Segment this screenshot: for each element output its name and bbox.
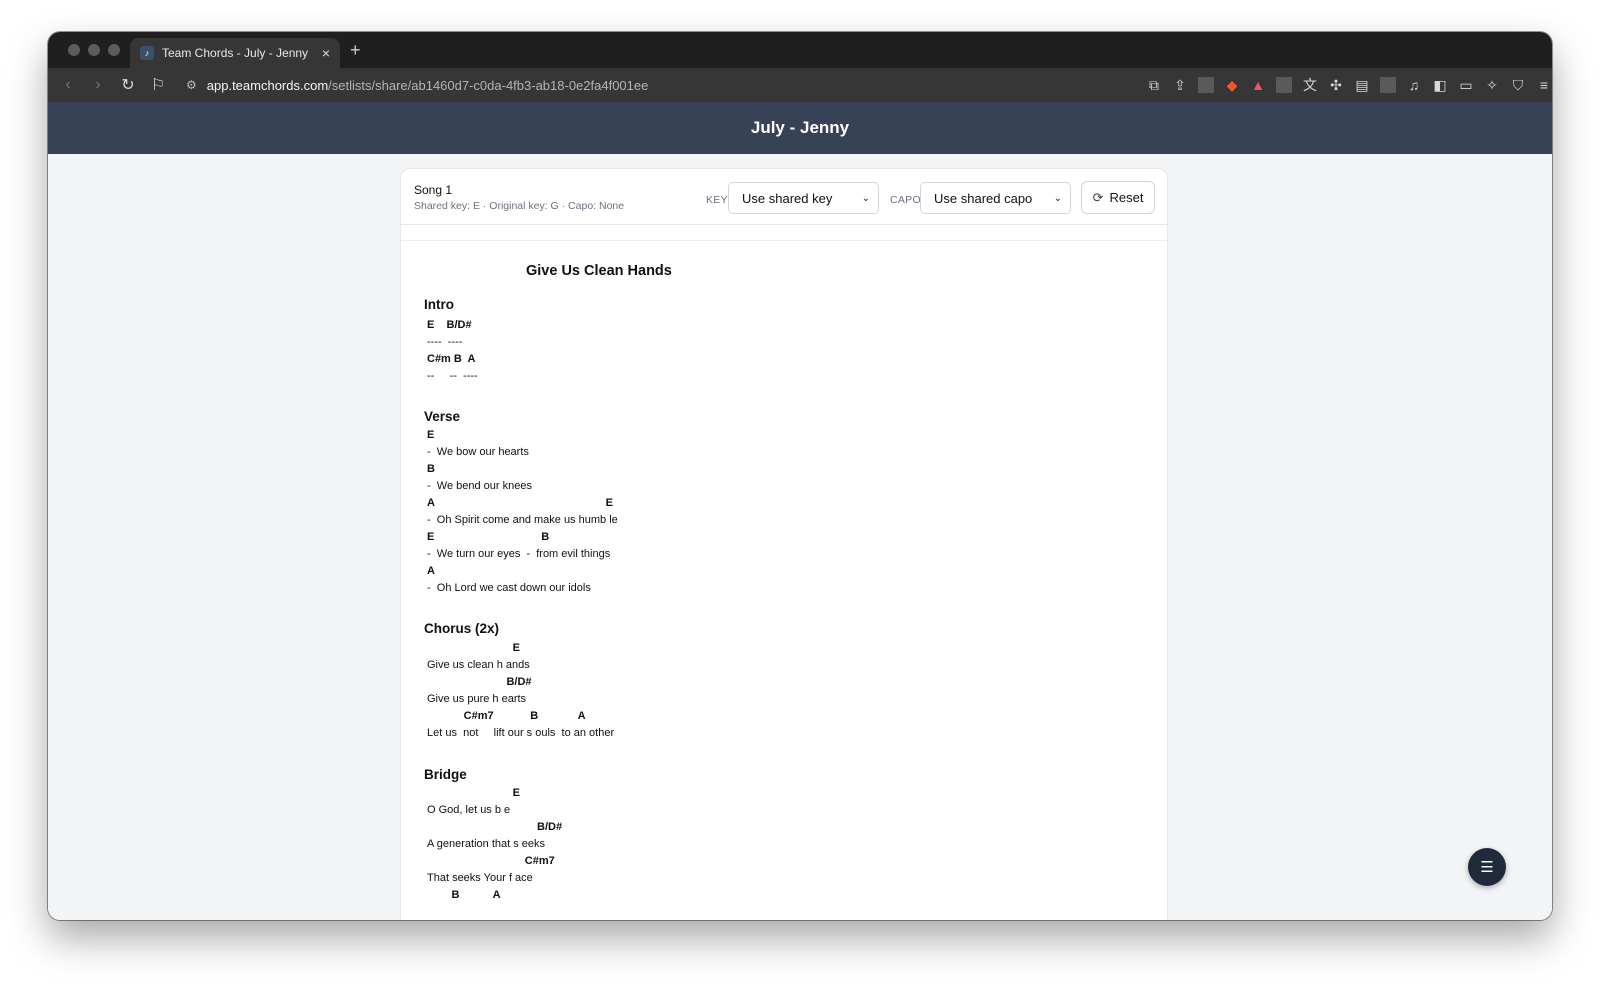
browser-tab-active[interactable]: ♪ Team Chords - July - Jenny × [130,38,340,68]
minimize-window-button[interactable] [88,44,100,56]
sliders-icon: ☰ [1480,859,1494,876]
chevron-down-icon: ⌄ [861,192,870,204]
chord-line: B [427,463,435,475]
chord-line: B/D# [427,676,532,688]
section-heading: Bridge [424,767,467,782]
section-heading: Intro [424,297,454,312]
menu-hamburger-icon[interactable]: ≡ [1536,77,1552,93]
tab-close-icon[interactable]: × [322,45,330,61]
toolbar-separator [1276,77,1292,93]
tab-title: Team Chords - July - Jenny [162,46,309,60]
address-bar[interactable]: ⚙ app.teamchords.com/setlists/share/ab14… [178,72,1132,98]
lyric-line: O God, let us b e [427,804,511,816]
chord-line: C#m7 B A [427,710,586,722]
reset-label: Reset [1109,190,1144,205]
lyric-line: A generation that s eeks [427,838,546,850]
capo-select[interactable]: Use shared capo ⌄ [920,182,1071,214]
close-window-button[interactable] [68,44,80,56]
lyric-line: Let us not lift our s ouls to an other [427,727,615,739]
forward-arrow-icon[interactable]: › [90,76,106,94]
chord-line: C#m B A [427,353,476,365]
key-select-value: Use shared key [742,190,833,206]
chord-line: E B/D# [427,319,472,331]
chord-line: B/D# [427,821,563,833]
reset-button[interactable]: ⟳ Reset [1081,181,1155,214]
web-page: July - Jenny Song 1 Shared key: E · Orig… [48,102,1552,920]
reader-mode-icon[interactable]: ▤ [1354,77,1370,94]
app-header: July - Jenny [48,102,1552,154]
settings-sliders-button[interactable]: ☰ [1468,848,1506,886]
new-tab-button[interactable]: + [350,40,361,61]
refresh-icon: ⟳ [1092,189,1104,205]
browser-toolbar: ‹ › ↻ ⚐ ⚙ app.teamchords.com/setlists/sh… [48,68,1552,102]
translate-icon[interactable]: 文 [1302,75,1318,95]
chord-line: A E [427,497,614,509]
brave-rewards-icon[interactable]: ▲ [1250,77,1266,93]
song-title: Give Us Clean Hands [526,263,672,279]
sidebar-icon[interactable]: ◧ [1432,77,1448,94]
favicon-icon: ♪ [140,46,154,60]
key-label: KEY [706,194,728,206]
share-icon[interactable]: ⇪ [1172,77,1188,94]
back-arrow-icon[interactable]: ‹ [60,76,76,94]
brave-shields-icon[interactable]: ◆ [1224,77,1240,94]
page-title: July - Jenny [750,118,850,137]
chord-line: C#m7 [427,855,555,867]
chord-line: E [427,429,435,441]
extension-icons: ⧉ ⇪ ◆ ▲ 文 ✣ ▤ ♫ ◧ ▭ ✧ ⛉ ≡ [1146,75,1552,95]
lyric-line: Give us pure h earts [427,693,527,705]
tab-strip: ♪ Team Chords - July - Jenny × + [48,32,1552,68]
toolbar-separator [1198,77,1214,93]
site-settings-icon[interactable]: ⚙ [186,78,197,92]
lyric-line: Give us clean h ands [427,659,530,671]
url-host: app.teamchords.com [206,77,329,93]
lyric-line: That seeks Your f ace [427,872,533,884]
capo-select-value: Use shared capo [934,190,1033,206]
song-label: Song 1 [414,183,453,197]
extensions-puzzle-icon[interactable]: ✣ [1328,77,1344,94]
wallet-icon[interactable]: ▭ [1458,77,1474,94]
song-meta: Shared key: E · Original key: G · Capo: … [414,200,625,212]
chord-line: A [427,565,435,577]
chord-line: E [427,642,520,654]
section-heading: Chorus (2x) [424,621,500,636]
vpn-shield-icon[interactable]: ⛉ [1510,77,1526,94]
lyric-line: - We bow our hearts [427,446,529,458]
lyric-line: - Oh Lord we cast down our idols [427,582,591,594]
chevron-down-icon: ⌄ [1053,192,1062,204]
lyric-line: -- -- ---- [427,370,478,382]
song-card: Song 1 Shared key: E · Original key: G ·… [400,168,1168,920]
browser-window: ♪ Team Chords - July - Jenny × + ‹ › ↻ ⚐… [48,32,1552,920]
window-controls [68,44,120,56]
capo-label: CAPO [890,194,921,206]
song-control-bar: Song 1 Shared key: E · Original key: G ·… [401,169,1167,225]
lyric-line: - We turn our eyes - from evil things [427,548,611,560]
nav-buttons: ‹ › ↻ ⚐ [60,75,166,95]
lyric-line: - We bend our knees [427,480,532,492]
key-select[interactable]: Use shared key ⌄ [728,182,879,214]
open-external-icon[interactable]: ⧉ [1146,77,1162,94]
divider [401,240,1167,241]
lyric-line: ---- ---- [427,336,463,348]
toolbar-separator [1380,77,1396,93]
bookmark-icon[interactable]: ⚐ [150,75,166,95]
url-path: /setlists/share/ab1460d7-c0da-4fb3-ab18-… [328,77,649,93]
zoom-window-button[interactable] [108,44,120,56]
chord-line: E [427,787,520,799]
media-music-icon[interactable]: ♫ [1406,77,1422,93]
lyric-line: - Oh Spirit come and make us humb le [427,514,618,526]
section-heading: Verse [424,409,461,424]
reload-icon[interactable]: ↻ [120,75,136,95]
leo-ai-icon[interactable]: ✧ [1484,77,1500,94]
chord-line: E B [427,531,550,543]
chord-line: B A [427,889,501,901]
